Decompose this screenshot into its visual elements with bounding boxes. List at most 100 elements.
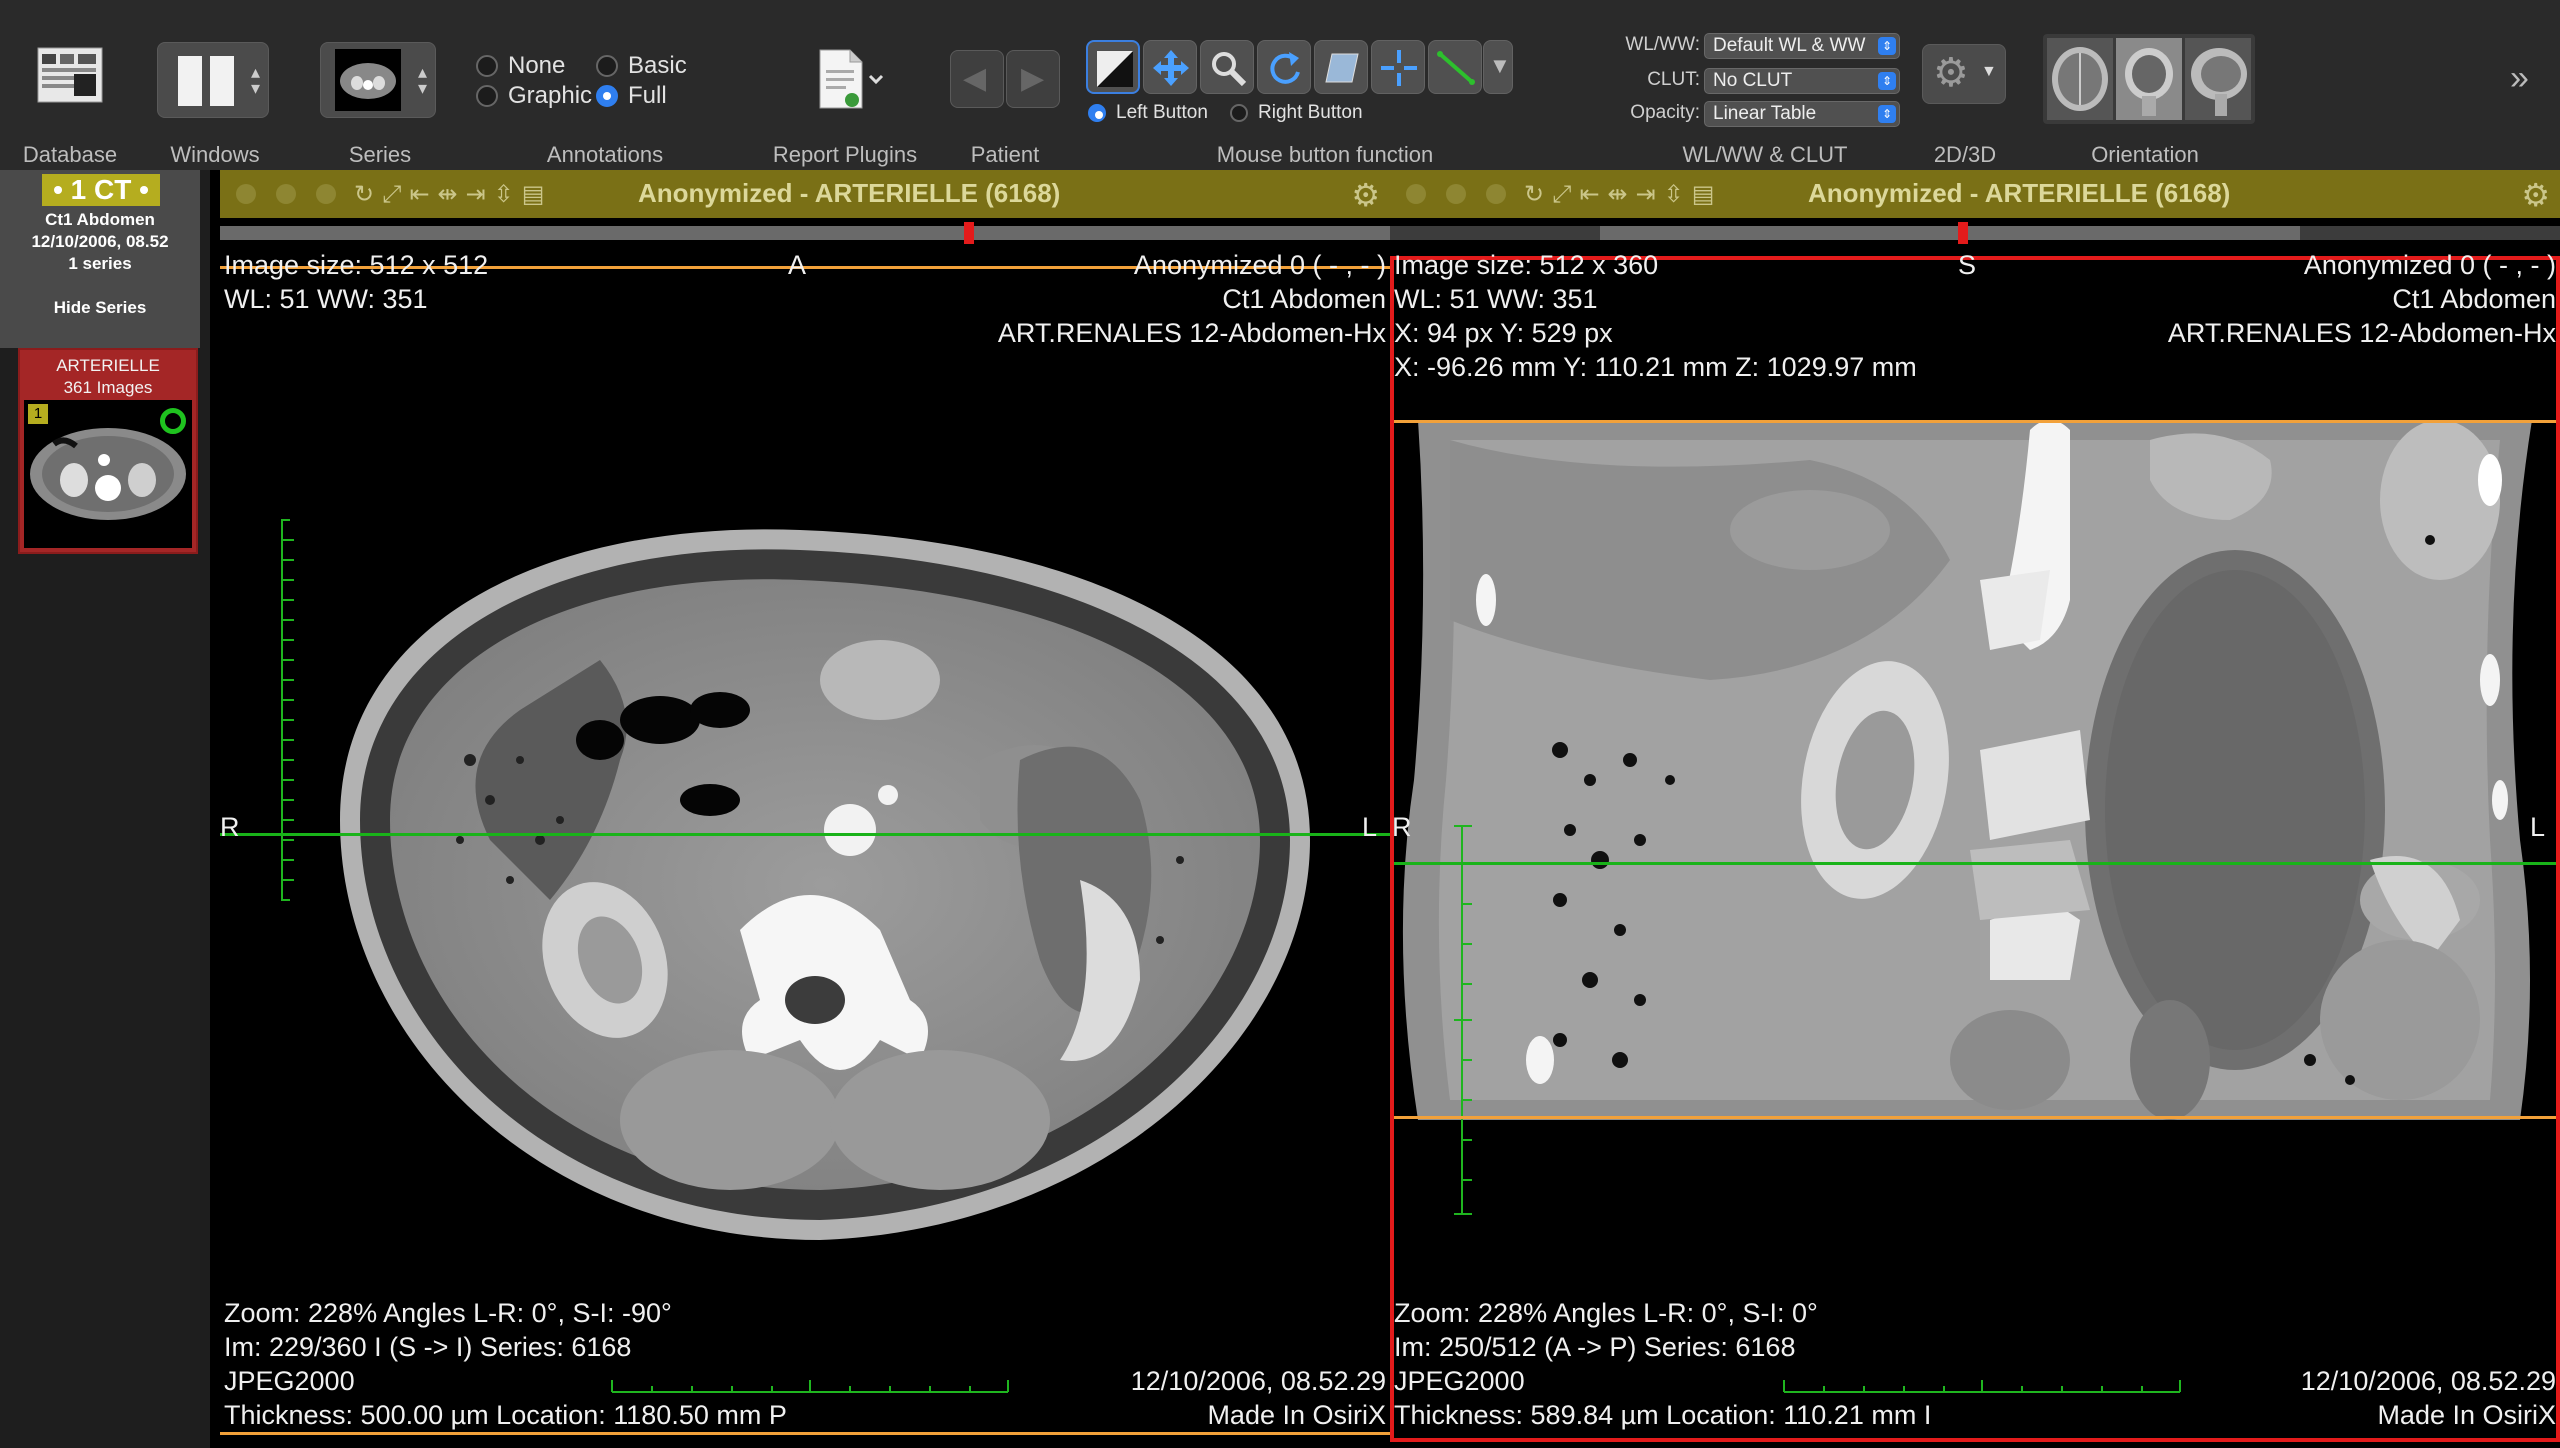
reset-icon[interactable]: ↻ bbox=[1524, 181, 1552, 208]
center-icon[interactable]: ⇹ bbox=[1607, 181, 1635, 208]
scroll-fill bbox=[220, 226, 1390, 240]
orientation-axial-button[interactable] bbox=[2047, 38, 2113, 120]
sync-icon[interactable]: ⇳ bbox=[494, 181, 522, 208]
zoom-angles-text: Zoom: 228% Angles L-R: 0°, S-I: -90° bbox=[224, 1298, 672, 1328]
series-stepper-icon[interactable]: ▴ ▾ bbox=[418, 63, 427, 97]
scroll-stack-tool[interactable] bbox=[1314, 40, 1368, 94]
rotate-tool[interactable] bbox=[1257, 40, 1311, 94]
made-in-text: Made In OsiriX bbox=[1207, 1400, 1386, 1430]
viewer-title-bar: ↻⤢⇤⇹⇥⇳▤ Anonymized - ARTERIELLE (6168) ⚙ bbox=[220, 170, 1390, 218]
report-plugins-button[interactable] bbox=[812, 44, 884, 116]
series-name: ARTERIELLE bbox=[56, 356, 160, 375]
more-tools-dropdown[interactable]: ▼ bbox=[1483, 40, 1513, 94]
report-plugins-label: Report Plugins bbox=[772, 142, 918, 167]
sync-icon[interactable]: ⇳ bbox=[1664, 181, 1692, 208]
stack-icon bbox=[1325, 53, 1359, 83]
brain-coronal-icon bbox=[2125, 48, 2173, 116]
database-icon bbox=[37, 47, 103, 103]
report-plugins-group: Report Plugins bbox=[750, 0, 940, 170]
reset-icon[interactable]: ↻ bbox=[354, 181, 382, 208]
fit-icon[interactable]: ⤢ bbox=[382, 181, 409, 208]
previous-patient-button[interactable]: ◀ bbox=[950, 50, 1004, 108]
radio-full[interactable] bbox=[596, 85, 618, 107]
database-button[interactable] bbox=[34, 44, 106, 112]
gear-icon: ⚙ bbox=[1933, 51, 1969, 95]
minimize-window-icon[interactable] bbox=[276, 184, 296, 204]
horizontal-scale-ruler bbox=[611, 1380, 1009, 1393]
radio-left-button[interactable] bbox=[1088, 104, 1106, 122]
windows-layout-button[interactable]: ▴ ▾ bbox=[157, 42, 269, 118]
last-image-icon[interactable]: ⇥ bbox=[1636, 181, 1664, 208]
series-number-badge: 1 bbox=[28, 404, 48, 424]
toolbar-expand-button[interactable]: » bbox=[2510, 58, 2550, 98]
orientation-coronal-button[interactable] bbox=[2116, 38, 2182, 120]
hide-series-button[interactable]: Hide Series bbox=[0, 298, 200, 318]
measure-tool[interactable] bbox=[1428, 40, 1482, 94]
clut-select[interactable]: No CLUT ⇕ bbox=[1704, 68, 1900, 94]
next-patient-button[interactable]: ▶ bbox=[1006, 50, 1060, 108]
acquisition-date-text: 12/10/2006, 08.52.29 bbox=[1130, 1366, 1386, 1396]
window-controls bbox=[236, 184, 356, 209]
clut-label: CLUT: bbox=[1647, 69, 1700, 90]
horizontal-scale-ruler bbox=[1783, 1380, 2181, 1393]
study-datetime: 12/10/2006, 08.52 bbox=[31, 232, 169, 251]
first-image-icon[interactable]: ⇤ bbox=[409, 181, 437, 208]
two-column-layout-icon bbox=[178, 56, 234, 106]
pan-tool[interactable] bbox=[1143, 40, 1197, 94]
radio-right-button[interactable] bbox=[1230, 104, 1248, 122]
viewer-gear-icon[interactable]: ⚙ bbox=[1351, 176, 1380, 214]
center-icon[interactable]: ⇹ bbox=[437, 181, 465, 208]
close-window-icon[interactable] bbox=[236, 184, 256, 204]
wl-ww-tool[interactable] bbox=[1086, 40, 1140, 94]
radio-graphic[interactable] bbox=[476, 85, 498, 107]
annotation-option-none[interactable]: None bbox=[476, 52, 565, 80]
series-label: Series bbox=[348, 142, 412, 167]
radio-none[interactable] bbox=[476, 55, 498, 77]
series-thumbnail[interactable]: ARTERIELLE 361 Images 1 bbox=[18, 348, 198, 554]
scroll-position-marker[interactable] bbox=[1958, 222, 1968, 244]
viewer-title: Anonymized - ARTERIELLE (6168) bbox=[1808, 178, 2231, 208]
reference-line[interactable] bbox=[220, 833, 1390, 836]
pixel-coordinate-text: X: 94 px Y: 529 px bbox=[1394, 318, 1613, 348]
opacity-select[interactable]: Linear Table ⇕ bbox=[1704, 101, 1900, 127]
zoom-window-icon[interactable] bbox=[1486, 184, 1506, 204]
document-icon[interactable]: ▤ bbox=[1692, 181, 1723, 208]
wl-ww-select[interactable]: Default WL & WW ⇕ bbox=[1704, 33, 1900, 59]
ct-slice-icon bbox=[335, 49, 401, 111]
orientation-right-marker: L bbox=[1362, 812, 1378, 842]
viewer-axial[interactable]: ↻⤢⇤⇹⇥⇳▤ Anonymized - ARTERIELLE (6168) ⚙ bbox=[220, 170, 1390, 1442]
study-entry[interactable]: • 1 CT • Ct1 Abdomen 12/10/2006, 08.52 1… bbox=[0, 170, 200, 348]
image-scroll-bar[interactable] bbox=[220, 222, 1390, 244]
fit-icon[interactable]: ⤢ bbox=[1552, 181, 1579, 208]
orientation-label: Orientation bbox=[2091, 142, 2199, 167]
active-viewer-border bbox=[1390, 256, 2560, 1442]
close-window-icon[interactable] bbox=[1406, 184, 1426, 204]
made-in-text: Made In OsiriX bbox=[2377, 1400, 2556, 1430]
viewer-coronal[interactable]: ↻⤢⇤⇹⇥⇳▤ Anonymized - ARTERIELLE (6168) ⚙ bbox=[1390, 170, 2560, 1442]
windows-stepper-icon[interactable]: ▴ ▾ bbox=[251, 63, 260, 97]
slab-bottom-line bbox=[220, 1432, 1390, 1435]
axial-ct-image bbox=[281, 519, 1310, 1240]
zoom-tool[interactable] bbox=[1200, 40, 1254, 94]
annotation-option-basic[interactable]: Basic bbox=[596, 52, 687, 80]
first-image-icon[interactable]: ⇤ bbox=[1579, 181, 1607, 208]
annotation-option-full[interactable]: Full bbox=[596, 82, 667, 110]
crosshair-tool[interactable] bbox=[1371, 40, 1425, 94]
document-icon[interactable]: ▤ bbox=[522, 181, 553, 208]
minimize-window-icon[interactable] bbox=[1446, 184, 1466, 204]
two-d-three-d-button[interactable]: ⚙ ▼ bbox=[1922, 44, 2006, 104]
annotation-option-graphic[interactable]: Graphic bbox=[476, 82, 592, 110]
patient-name-text: Anonymized 0 ( - , - ) bbox=[1133, 250, 1386, 280]
series-thumbnail-button[interactable]: ▴ ▾ bbox=[320, 42, 436, 118]
protocol-text: ART.RENALES 12-Abdomen-Hx bbox=[2167, 318, 2556, 348]
viewer-gear-icon[interactable]: ⚙ bbox=[2521, 176, 2550, 214]
radio-basic[interactable] bbox=[596, 55, 618, 77]
image-scroll-bar[interactable] bbox=[1390, 222, 2560, 244]
left-button-option[interactable]: Left Button bbox=[1088, 102, 1208, 124]
select-chevron-icon: ⇕ bbox=[1878, 72, 1896, 90]
right-button-option[interactable]: Right Button bbox=[1230, 102, 1363, 124]
last-image-icon[interactable]: ⇥ bbox=[466, 181, 494, 208]
orientation-group: Orientation bbox=[2035, 0, 2255, 170]
orientation-sagittal-button[interactable] bbox=[2185, 38, 2251, 120]
zoom-window-icon[interactable] bbox=[316, 184, 336, 204]
